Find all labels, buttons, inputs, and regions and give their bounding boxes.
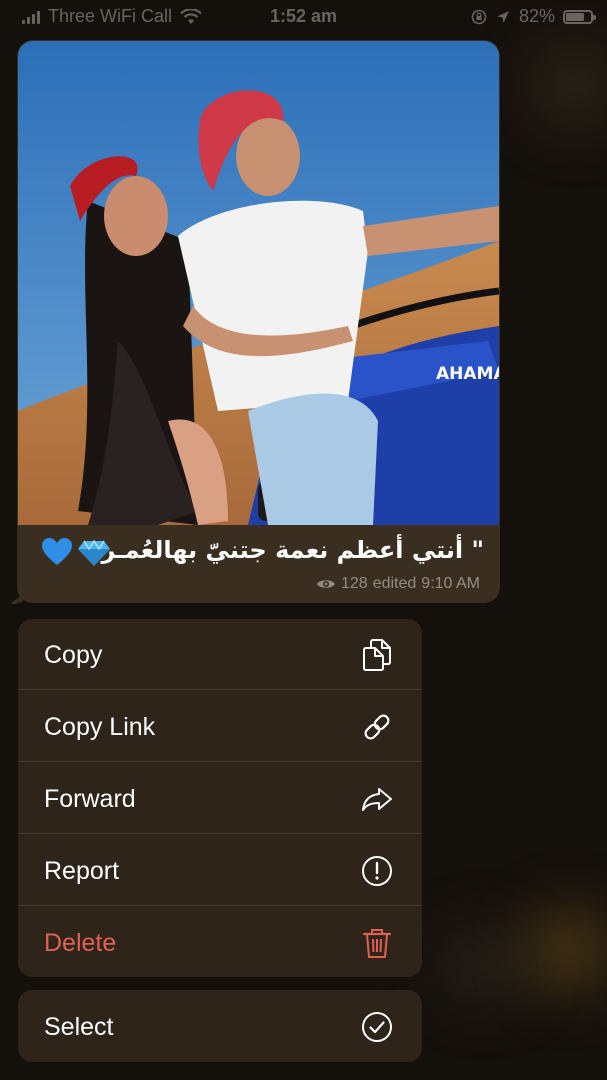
forward-icon — [362, 788, 392, 811]
message-caption: " أنتي أعظم نعمة جتنيّ بهالعُمـر — [101, 536, 484, 564]
menu-item-select[interactable]: Select — [18, 990, 422, 1061]
menu-group-select: Select — [18, 990, 422, 1062]
battery-icon — [563, 9, 596, 24]
orientation-lock-icon — [471, 9, 487, 24]
menu-group-actions: Copy Copy Link Forward Report Delete — [18, 619, 422, 977]
menu-item-forward[interactable]: Forward — [18, 763, 422, 834]
background-glow — [530, 910, 607, 990]
status-right: 82% — [471, 6, 596, 27]
message-bubble[interactable]: AHAMAY " أنتي أعظم نعمة جتنيّ بهالعُمـر — [17, 40, 500, 603]
menu-item-label: Select — [44, 1013, 114, 1041]
location-icon — [496, 10, 509, 23]
menu-item-report[interactable]: Report — [18, 835, 422, 906]
status-bar: Three WiFi Call 1:52 am 82% — [0, 0, 607, 34]
link-icon — [364, 714, 390, 740]
menu-item-delete[interactable]: Delete — [18, 907, 422, 977]
menu-item-label: Report — [44, 857, 120, 885]
background-glow — [530, 40, 607, 130]
message-photo[interactable]: AHAMAY — [18, 41, 499, 525]
trash-icon — [362, 929, 392, 958]
checkmark-icon — [362, 1012, 392, 1042]
copy-icon — [363, 639, 391, 671]
menu-item-label: Copy Link — [44, 713, 156, 741]
report-icon — [362, 856, 392, 886]
menu-item-copy[interactable]: Copy — [18, 619, 422, 690]
atv-brand-text: AHAMAY — [436, 364, 499, 384]
background-glow — [440, 930, 530, 1000]
view-count: 128 — [341, 575, 368, 592]
battery-percent: 82% — [518, 6, 555, 26]
message-meta: 128 edited 9:10 AM — [316, 575, 480, 593]
context-menu: Copy Copy Link Forward Report Delete Sel… — [18, 619, 422, 1062]
battery-fill — [566, 12, 585, 21]
menu-item-label: Copy — [44, 641, 103, 669]
menu-item-copy-link[interactable]: Copy Link — [18, 691, 422, 762]
message-time: 9:10 AM — [421, 575, 480, 592]
edited-label: edited — [372, 575, 417, 592]
eye-icon — [317, 580, 335, 588]
blue-heart-icon — [42, 538, 72, 565]
menu-item-label: Forward — [44, 785, 136, 813]
menu-item-label: Delete — [44, 929, 117, 957]
